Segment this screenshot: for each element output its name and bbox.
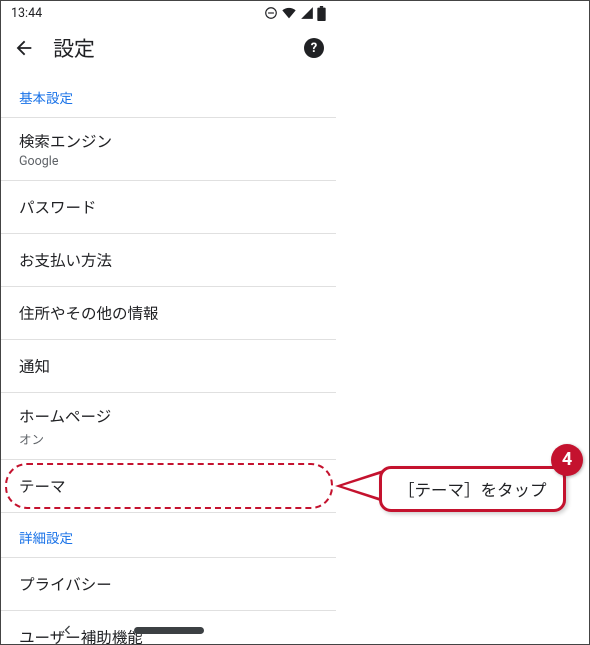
callout-arrow	[335, 468, 385, 508]
help-icon: ?	[311, 41, 317, 56]
callout-step-badge: 4	[551, 444, 583, 476]
item-passwords[interactable]: パスワード	[1, 180, 336, 233]
item-value: Google	[19, 154, 318, 169]
section-header-basic: 基本設定	[1, 73, 336, 117]
arrow-back-icon	[13, 37, 35, 59]
item-label: 住所やその他の情報	[19, 302, 318, 324]
section-header-advanced: 詳細設定	[1, 512, 336, 557]
item-label: テーマ	[19, 475, 318, 497]
status-bar: 13:44	[1, 1, 336, 23]
item-notifications[interactable]: 通知	[1, 339, 336, 392]
settings-list[interactable]: 基本設定 検索エンジン Google パスワード お支払い方法 住所やその他の情…	[1, 73, 336, 645]
chevron-left-icon	[62, 623, 74, 637]
tutorial-frame: 13:44 設定 ? 基本設定 検索エ	[0, 0, 590, 645]
dnd-icon	[264, 6, 278, 20]
help-button[interactable]: ?	[304, 38, 324, 58]
wifi-icon	[281, 6, 297, 20]
callout-badge-number: 4	[562, 449, 572, 470]
nav-back-button[interactable]	[62, 623, 74, 637]
nav-home-pill[interactable]	[134, 627, 204, 634]
back-button[interactable]	[13, 37, 35, 59]
status-time: 13:44	[11, 6, 42, 21]
item-label: 検索エンジン	[19, 130, 318, 152]
callout-box: ［テーマ］をタップ	[379, 466, 566, 512]
item-label: パスワード	[19, 196, 318, 218]
item-label: お支払い方法	[19, 249, 318, 271]
status-icons	[264, 6, 326, 21]
item-payment[interactable]: お支払い方法	[1, 233, 336, 286]
item-privacy[interactable]: プライバシー	[1, 557, 336, 610]
app-bar: 設定 ?	[1, 23, 336, 73]
item-label: 通知	[19, 355, 318, 377]
item-homepage[interactable]: ホームページ オン	[1, 392, 336, 459]
nav-bar	[1, 614, 336, 645]
battery-icon	[317, 6, 326, 21]
item-label: プライバシー	[19, 573, 318, 595]
item-theme[interactable]: テーマ	[1, 459, 336, 512]
item-addresses[interactable]: 住所やその他の情報	[1, 286, 336, 339]
item-value: オン	[19, 429, 318, 448]
phone-screen: 13:44 設定 ? 基本設定 検索エ	[1, 1, 336, 645]
page-title: 設定	[53, 33, 286, 63]
item-label: ホームページ	[19, 405, 318, 427]
callout-text: ［テーマ］をタップ	[398, 482, 547, 501]
item-search-engine[interactable]: 検索エンジン Google	[1, 117, 336, 180]
cellular-icon	[300, 6, 314, 20]
